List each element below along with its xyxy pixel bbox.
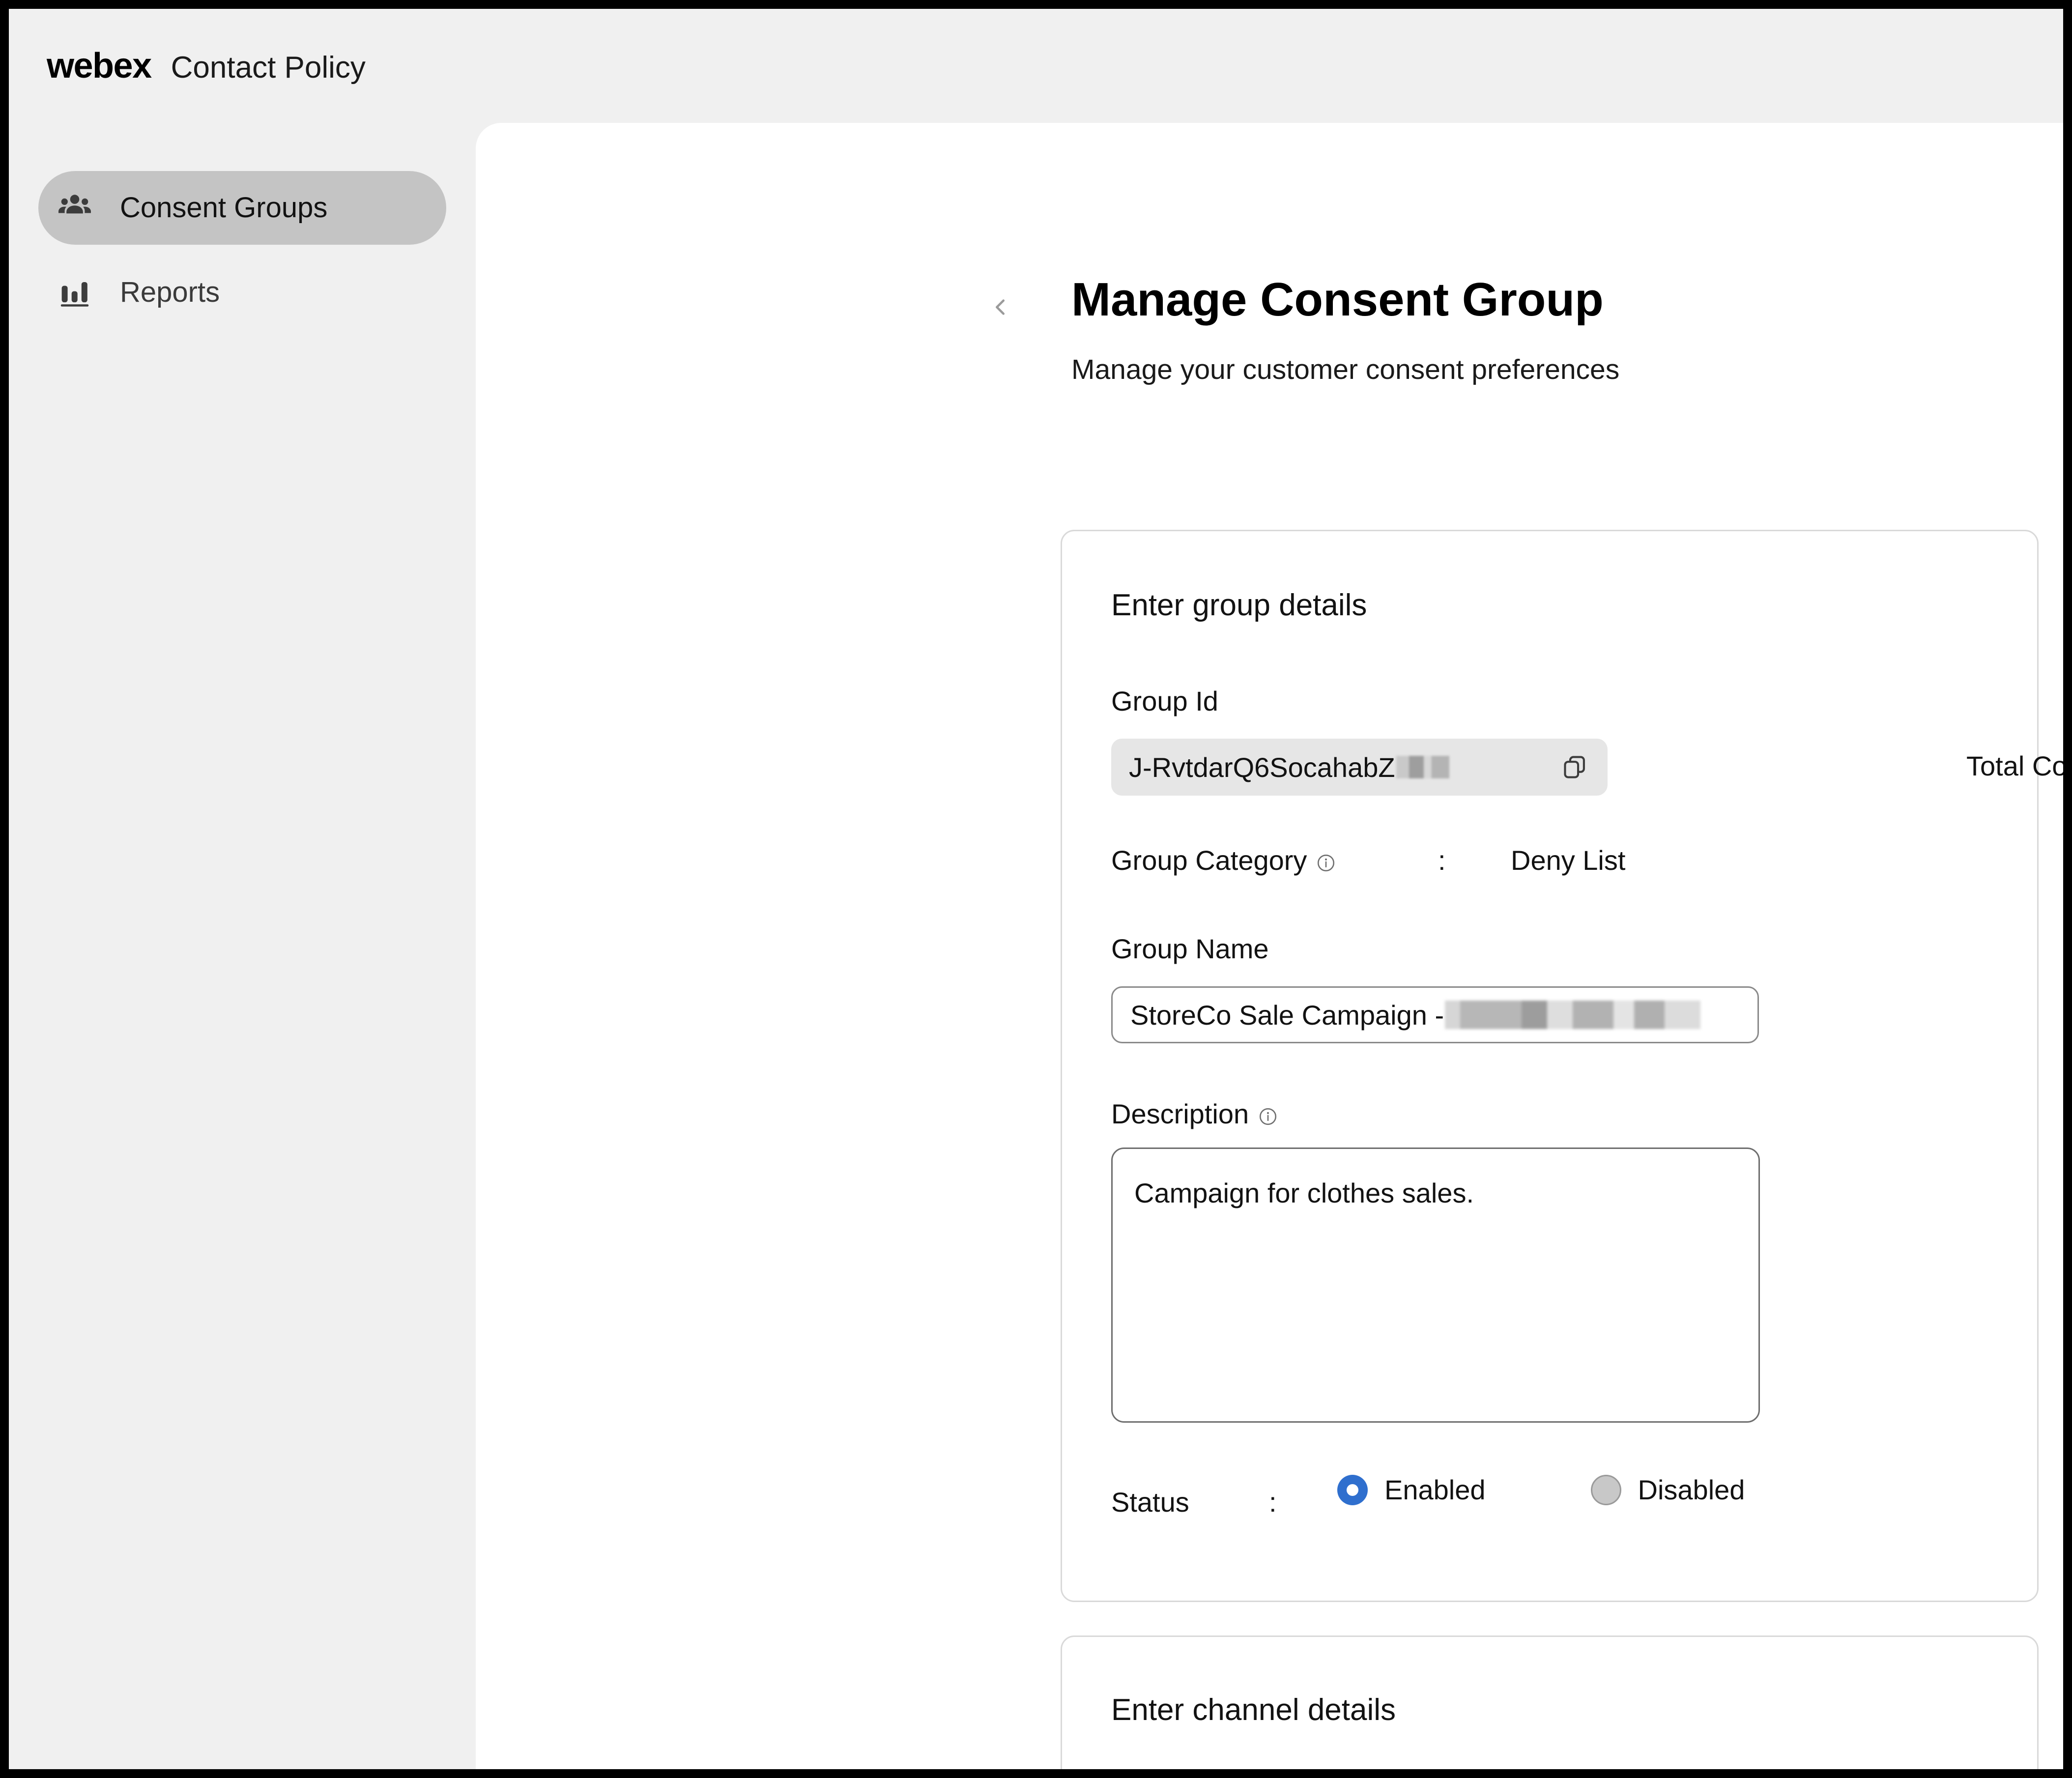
description-textarea[interactable]: Campaign for clothes sales. xyxy=(1111,1147,1760,1423)
group-category-value: Deny List xyxy=(1511,845,1626,876)
sidebar-item-consent-groups[interactable]: Consent Groups xyxy=(38,171,446,245)
sidebar-item-label: Reports xyxy=(120,276,220,308)
top-bar: webex Contact Policy xyxy=(9,9,2063,123)
status-label: Status xyxy=(1111,1487,1189,1518)
main-panel: Manage Consent Group Manage your custome… xyxy=(476,123,2063,1769)
copy-icon[interactable] xyxy=(1559,751,1591,783)
brand: webex Contact Policy xyxy=(9,48,366,84)
group-id-value: J-RvtdarQ6SocahabZ xyxy=(1129,751,1395,783)
group-name-value: StoreCo Sale Campaign - xyxy=(1130,999,1444,1031)
group-name-input[interactable]: StoreCo Sale Campaign - xyxy=(1111,986,1759,1043)
chevron-left-icon[interactable] xyxy=(989,296,1012,318)
webex-logo: webex xyxy=(47,46,152,86)
page-subtitle: Manage your customer consent preferences xyxy=(1071,354,1620,385)
group-id-input[interactable]: J-RvtdarQ6SocahabZ xyxy=(1111,739,1608,796)
description-label: Description xyxy=(1111,1100,1278,1128)
info-icon[interactable] xyxy=(1258,1104,1278,1125)
status-option-enabled[interactable]: Enabled xyxy=(1337,1475,1486,1505)
status-option-label: Enabled xyxy=(1384,1474,1486,1505)
radio-indicator-unselected xyxy=(1590,1475,1621,1505)
group-category-label: Group Category xyxy=(1111,847,1336,874)
group-id-label: Group Id xyxy=(1111,686,1218,717)
bar-chart-icon xyxy=(57,275,92,310)
status-option-label: Disabled xyxy=(1638,1474,1745,1505)
status-option-disabled[interactable]: Disabled xyxy=(1590,1474,1745,1505)
group-id-redaction xyxy=(1396,756,1449,778)
app-name: Contact Policy xyxy=(171,51,366,85)
channel-details-card: Enter channel details Frequency Type : N… xyxy=(1061,1635,2039,1769)
status-radio-group: Enabled Disabled xyxy=(1337,1475,1745,1505)
page-title: Manage Consent Group xyxy=(1071,273,1604,326)
channel-details-title: Enter channel details xyxy=(1111,1693,1396,1727)
sidebar: Consent Groups Reports xyxy=(9,123,476,1769)
group-name-label: Group Name xyxy=(1111,933,1269,964)
sidebar-item-label: Consent Groups xyxy=(120,192,328,224)
description-value: Campaign for clothes sales. xyxy=(1134,1177,1474,1208)
app-window: webex Contact Policy Consent Groups Repo… xyxy=(9,9,2063,1769)
radio-indicator-selected xyxy=(1337,1475,1368,1505)
status-separator: : xyxy=(1269,1487,1277,1518)
info-icon[interactable] xyxy=(1316,850,1336,872)
group-name-redaction xyxy=(1445,1001,1701,1029)
sidebar-item-reports[interactable]: Reports xyxy=(38,256,446,329)
group-details-card: Enter group details Group Id J-RvtdarQ6S… xyxy=(1061,530,2063,1602)
total-consumers-label: Total Consumers xyxy=(1966,750,2063,781)
group-category-separator: : xyxy=(1438,845,1446,876)
people-group-icon xyxy=(57,190,92,226)
group-details-title: Enter group details xyxy=(1111,588,1367,622)
